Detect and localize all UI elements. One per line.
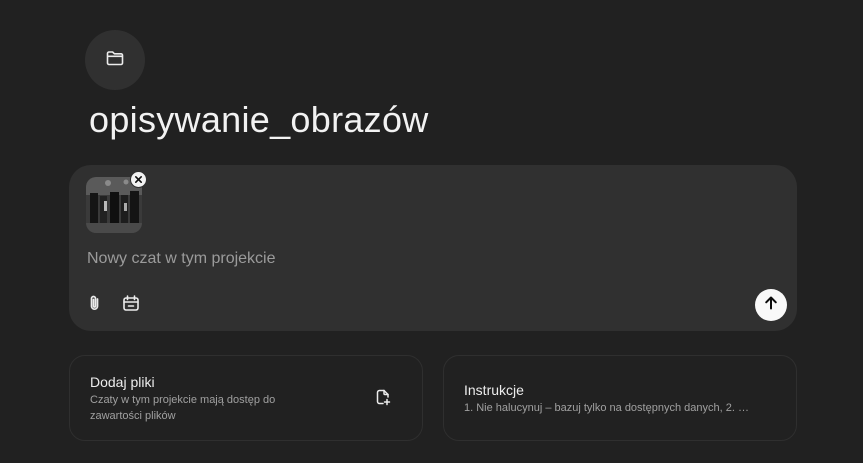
remove-attachment-button[interactable] (130, 171, 147, 188)
add-files-description: Czaty w tym projekcie mają dostęp do zaw… (90, 394, 276, 422)
instructions-preview: 1. Nie halucynuj – bazuj tylko na dostęp… (464, 402, 749, 414)
chat-input[interactable] (87, 247, 737, 271)
instructions-card[interactable]: Instrukcje 1. Nie halucynuj – bazuj tylk… (443, 355, 797, 441)
instructions-title: Instrukcje (464, 382, 524, 398)
add-file-button[interactable] (373, 389, 393, 409)
project-icon-badge[interactable] (85, 30, 145, 90)
page-title: opisywanie_obrazów (89, 99, 429, 140)
chat-composer (69, 165, 797, 331)
calendar-icon (121, 293, 141, 318)
add-files-card[interactable]: Dodaj pliki Czaty w tym projekcie mają d… (69, 355, 423, 441)
attach-file-button[interactable] (83, 293, 107, 317)
folder-icon (105, 48, 125, 73)
paperclip-icon (85, 293, 105, 318)
send-button[interactable] (755, 289, 787, 321)
close-icon (134, 171, 143, 189)
add-file-icon (374, 388, 392, 411)
arrow-up-icon (763, 295, 779, 316)
schedule-button[interactable] (119, 293, 143, 317)
add-files-title: Dodaj pliki (90, 374, 155, 390)
